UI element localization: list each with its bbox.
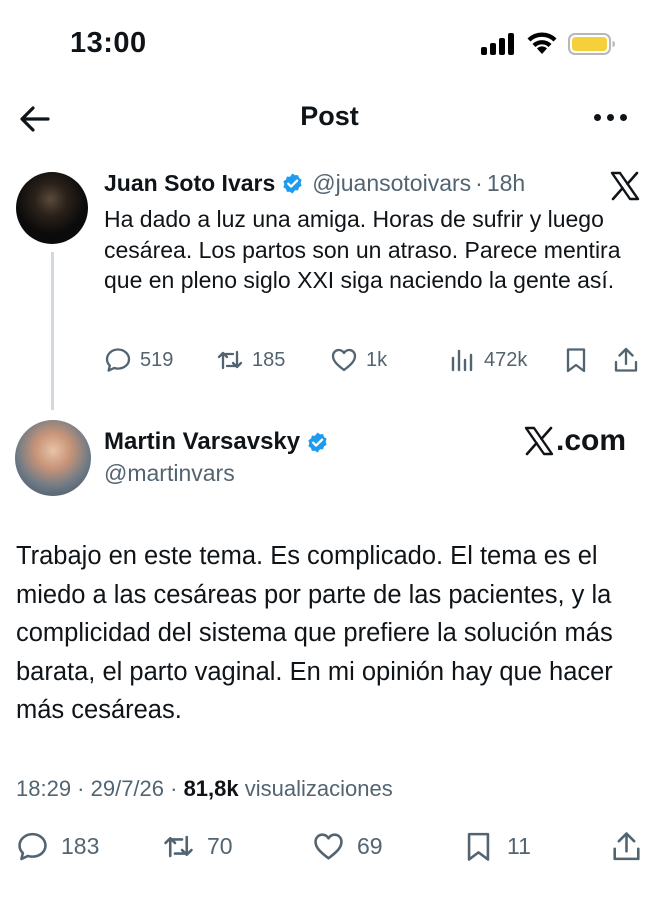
reply-count: 519	[140, 348, 174, 371]
top-bar: Post	[0, 88, 659, 148]
tweet-actions: 183 70 69 11	[16, 830, 646, 866]
views-button[interactable]: 472k	[448, 346, 527, 374]
tweet-text: Trabajo en este tema. Es complicado. El …	[16, 542, 613, 724]
bookmark-icon	[566, 348, 586, 373]
x-logo-icon	[524, 426, 554, 456]
bookmark-button[interactable]	[562, 346, 598, 374]
like-button[interactable]: 1k	[330, 346, 387, 374]
separator: ·	[475, 170, 483, 196]
verified-badge-icon	[283, 173, 302, 194]
avatar[interactable]	[16, 172, 88, 244]
share-button[interactable]	[610, 830, 655, 863]
share-button[interactable]	[612, 346, 648, 374]
repost-icon	[217, 350, 243, 370]
handle[interactable]: @juansotoivars	[312, 170, 471, 197]
timestamp[interactable]: 18:29 · 29/7/26 ·	[16, 776, 184, 801]
heart-icon	[331, 348, 357, 372]
page-title: Post	[300, 101, 359, 131]
display-name[interactable]: Juan Soto Ivars	[104, 170, 275, 197]
status-bar: 13:00	[0, 0, 659, 88]
bookmark-count: 11	[507, 833, 531, 859]
repost-button[interactable]: 70	[162, 830, 233, 863]
views-total: 81,8k	[183, 776, 239, 801]
battery-icon	[568, 33, 615, 55]
reply-icon	[18, 832, 47, 861]
repost-count: 70	[207, 833, 233, 859]
avatar[interactable]	[15, 420, 91, 496]
quoted-tweet-author: Juan Soto Ivars @juansotoivars · 18h	[104, 170, 525, 197]
x-com-text: .com	[556, 424, 627, 457]
display-name[interactable]: Martin Varsavsky	[104, 428, 300, 456]
views-count: 472k	[484, 348, 528, 371]
signal-icon	[481, 33, 517, 55]
repost-icon	[164, 835, 193, 858]
x-com-watermark: .com	[523, 424, 626, 458]
thread-line	[51, 252, 54, 410]
bookmark-icon	[467, 832, 490, 861]
tweet-meta: 18:29 · 29/7/26 · 81,8k visualizaciones	[16, 776, 393, 802]
reply-button[interactable]: 183	[16, 830, 99, 863]
handle[interactable]: @martinvars	[104, 460, 235, 487]
verified-badge-icon	[308, 431, 327, 453]
repost-button[interactable]: 185	[216, 346, 285, 374]
heart-icon	[314, 833, 343, 860]
views-chart-icon	[451, 349, 473, 372]
reply-icon	[105, 348, 131, 372]
reply-button[interactable]: 519	[104, 346, 173, 374]
wifi-icon	[527, 32, 557, 54]
status-time: 13:00	[70, 27, 147, 59]
x-logo-icon	[610, 171, 640, 201]
like-count: 69	[357, 833, 383, 859]
bookmark-button[interactable]: 11	[462, 830, 531, 863]
tweet-actions: 519 185 1k 472k	[104, 346, 644, 378]
share-icon	[613, 832, 640, 861]
views-label: visualizaciones	[238, 776, 393, 801]
tweet-text: Ha dado a luz una amiga. Horas de sufrir…	[104, 206, 621, 293]
post-time[interactable]: 18h	[487, 170, 525, 197]
like-button[interactable]: 69	[312, 830, 383, 863]
reply-count: 183	[61, 833, 100, 859]
like-count: 1k	[366, 348, 388, 371]
share-icon	[614, 347, 638, 372]
repost-count: 185	[252, 348, 286, 371]
more-dots-icon[interactable]	[592, 110, 630, 124]
main-tweet-author: Martin Varsavsky	[104, 428, 337, 456]
